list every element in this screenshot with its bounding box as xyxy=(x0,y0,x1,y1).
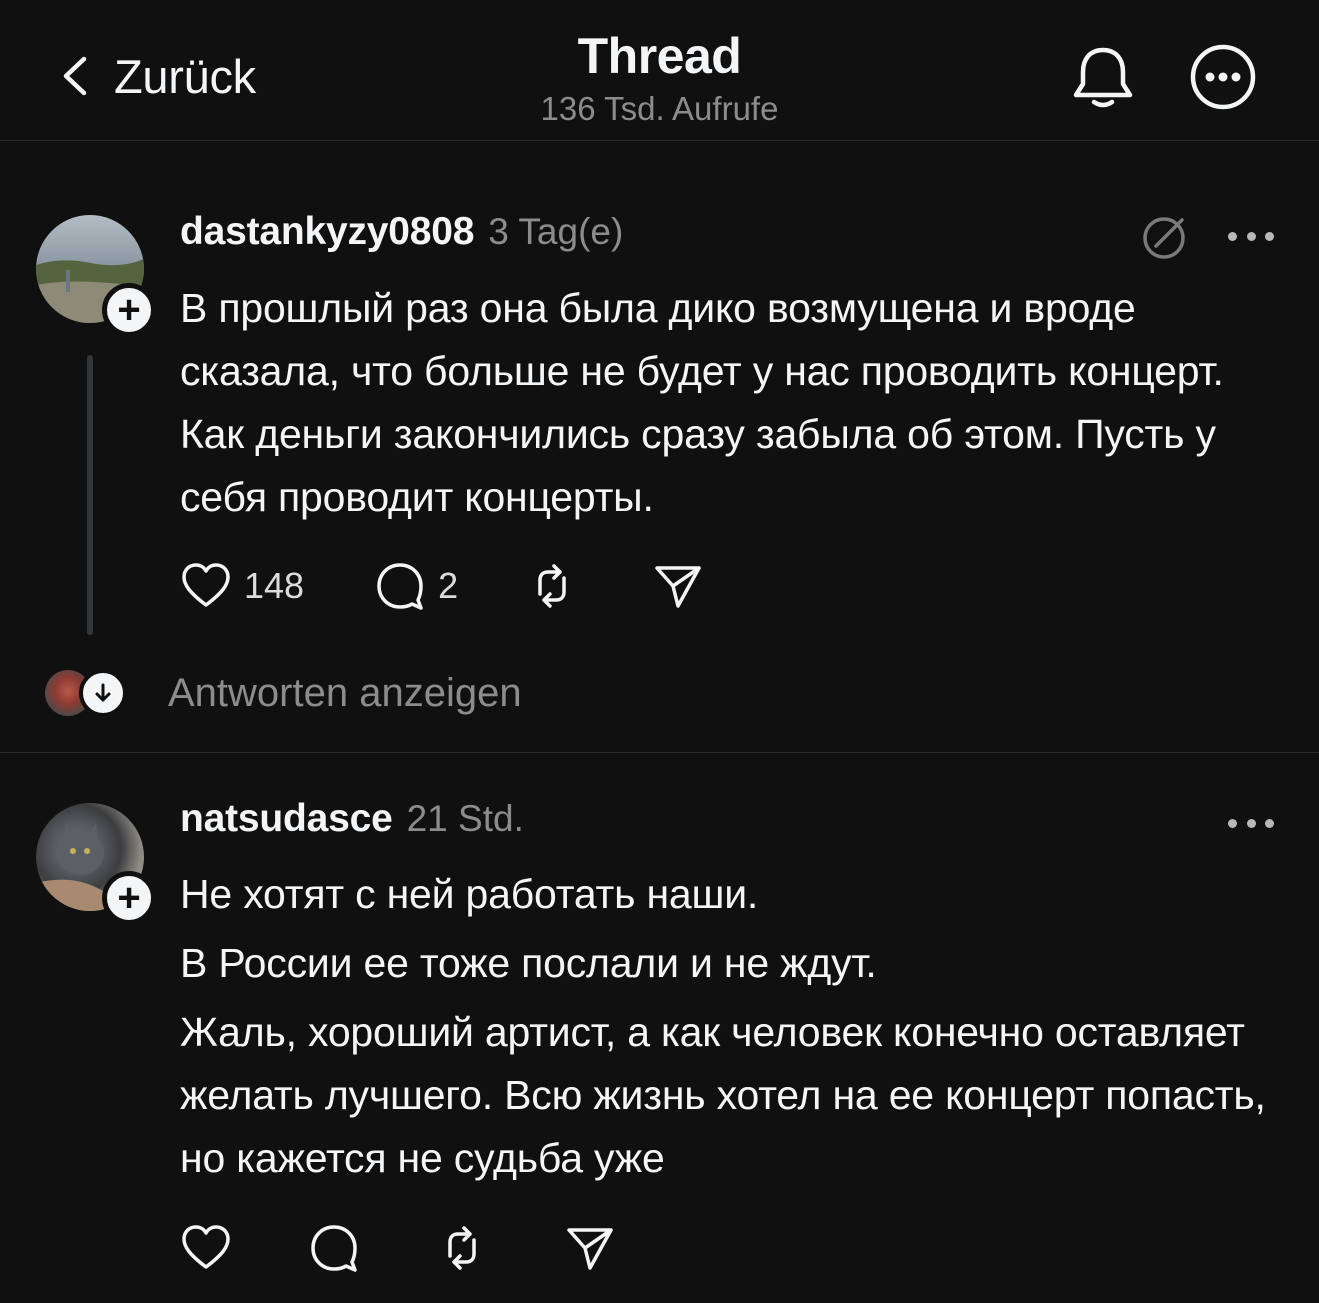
follow-plus-button[interactable]: + xyxy=(102,283,156,337)
repost-button[interactable] xyxy=(526,560,578,612)
more-options-icon[interactable] xyxy=(1228,819,1274,833)
follow-plus-button[interactable]: + xyxy=(102,871,156,925)
username[interactable]: dastankyzy0808 xyxy=(180,210,474,254)
heart-icon xyxy=(182,1225,230,1269)
post-header: dastankyzy0808 3 Tag(e) xyxy=(180,210,623,266)
post-time: 21 Std. xyxy=(406,798,524,839)
edit-icon[interactable] xyxy=(1140,212,1190,262)
show-replies-label: Antworten anzeigen xyxy=(168,670,522,715)
send-icon xyxy=(567,1228,613,1270)
send-icon xyxy=(655,566,701,608)
heart-icon xyxy=(182,563,230,607)
comment-icon xyxy=(377,563,423,610)
share-button[interactable] xyxy=(564,1222,616,1274)
reply-button[interactable]: 2 xyxy=(374,560,458,612)
more-options-icon[interactable] xyxy=(1228,232,1274,246)
show-replies-button[interactable]: Antworten anzeigen xyxy=(45,665,522,721)
top-bar: Zurück Thread 136 Tsd. Aufrufe xyxy=(0,0,1319,141)
reply-button[interactable] xyxy=(308,1222,360,1274)
repost-button[interactable] xyxy=(436,1222,488,1274)
thread-line xyxy=(87,355,93,635)
username[interactable]: natsudasce xyxy=(180,797,393,841)
divider xyxy=(0,752,1319,753)
post-header: natsudasce 21 Std. xyxy=(180,797,524,853)
like-button[interactable] xyxy=(180,1222,232,1274)
post-paragraph: В России ее тоже послали и не ждут. xyxy=(180,940,877,986)
post-body: Не хотят с ней работать наши. В России е… xyxy=(180,863,1290,1190)
share-button[interactable] xyxy=(652,560,704,612)
bell-icon[interactable] xyxy=(1068,42,1138,112)
post-actions xyxy=(180,1218,616,1278)
post-paragraph: В прошлый раз она была дико возмущена и … xyxy=(180,285,1224,520)
post-paragraph: Жаль, хороший артист, а как человек коне… xyxy=(180,1009,1266,1181)
comment-icon xyxy=(311,1225,357,1272)
post-actions: 148 2 xyxy=(180,556,704,616)
repost-icon xyxy=(448,1226,476,1270)
more-circle-icon[interactable] xyxy=(1188,42,1258,112)
post-body: В прошлый раз она была дико возмущена и … xyxy=(180,277,1290,529)
like-button[interactable]: 148 xyxy=(180,560,304,612)
repost-icon xyxy=(538,564,566,608)
like-count: 148 xyxy=(244,565,305,606)
post-paragraph: Не хотят с ней работать наши. xyxy=(180,871,759,917)
post-time: 3 Tag(e) xyxy=(488,211,624,252)
arrow-down-icon xyxy=(79,669,127,717)
reply-count: 2 xyxy=(438,565,459,606)
